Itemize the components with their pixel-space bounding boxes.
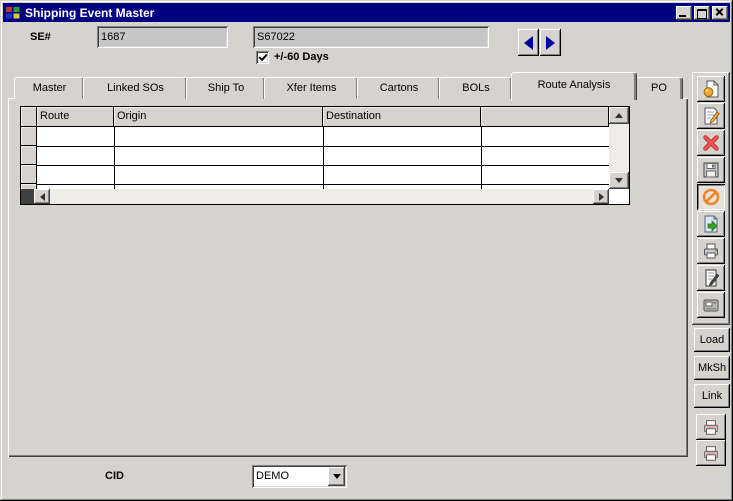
- grid-column-line: [323, 127, 324, 189]
- cid-combobox[interactable]: DEMO: [252, 465, 347, 488]
- right-arrow-icon: [599, 193, 604, 201]
- window: Shipping Event Master SE# 1687 S67022 +/…: [0, 0, 733, 501]
- device-button[interactable]: [697, 292, 725, 318]
- grid-row-selector[interactable]: [21, 165, 37, 184]
- print-small-icon: [702, 418, 720, 436]
- print-button[interactable]: [697, 238, 725, 264]
- cancel-icon: [701, 187, 721, 207]
- save-record-button[interactable]: [697, 157, 725, 183]
- next-record-button[interactable]: [540, 29, 561, 56]
- maximize-button[interactable]: [694, 6, 710, 20]
- new-record-icon: [701, 79, 721, 99]
- next-arrow-icon: [546, 36, 555, 50]
- print-load-button[interactable]: [696, 414, 726, 440]
- tab-master[interactable]: Master: [14, 77, 85, 99]
- se-number-field[interactable]: 1687: [97, 26, 228, 48]
- window-title: Shipping Event Master: [25, 6, 674, 20]
- scroll-down-button[interactable]: [609, 172, 629, 189]
- tab-route-analysis[interactable]: Route Analysis: [511, 72, 637, 100]
- prev-arrow-icon: [524, 36, 533, 50]
- tab-ship-to[interactable]: Ship To: [186, 77, 266, 99]
- close-button[interactable]: [712, 6, 728, 20]
- scrollbar-corner: [609, 189, 629, 204]
- delete-record-button[interactable]: [697, 130, 725, 156]
- tab-linked-sos[interactable]: Linked SOs: [83, 77, 188, 99]
- new-record-button[interactable]: [697, 76, 725, 102]
- grid-header-extra[interactable]: [481, 107, 609, 127]
- edit-record-icon: [701, 106, 721, 126]
- dropdown-arrow-icon: [333, 474, 341, 479]
- grid-hscrollbar[interactable]: [34, 189, 609, 204]
- up-arrow-icon: [615, 113, 623, 118]
- cid-dropdown-button[interactable]: [328, 467, 345, 486]
- notes-button[interactable]: [697, 265, 725, 291]
- se-label: SE#: [30, 31, 51, 43]
- tab-xfer-items[interactable]: Xfer Items: [264, 77, 359, 99]
- print-icon: [701, 241, 721, 261]
- grid-hscroll-corner: [21, 189, 34, 204]
- scroll-up-button[interactable]: [609, 107, 629, 124]
- days-checkbox-label: +/-60 Days: [274, 51, 329, 63]
- print-small-icon: [702, 444, 720, 462]
- edit-record-button[interactable]: [697, 103, 725, 129]
- link-button[interactable]: Link: [694, 384, 730, 408]
- save-record-icon: [701, 160, 721, 180]
- notes-icon: [701, 268, 721, 288]
- prev-record-button[interactable]: [518, 29, 539, 56]
- tab-bols[interactable]: BOLs: [439, 77, 513, 99]
- export-record-button[interactable]: [697, 211, 725, 237]
- grid-row-selector[interactable]: [21, 146, 37, 165]
- scroll-left-button[interactable]: [34, 189, 50, 204]
- days-checkbox[interactable]: [256, 51, 269, 64]
- tab-cartons[interactable]: Cartons: [357, 77, 441, 99]
- delete-record-icon: [701, 133, 721, 153]
- export-record-icon: [701, 214, 721, 234]
- tab-po[interactable]: PO: [635, 77, 683, 99]
- se-code-field[interactable]: S67022: [253, 26, 489, 48]
- down-arrow-icon: [615, 178, 623, 183]
- left-arrow-icon: [40, 193, 45, 201]
- grid-corner-cell: [21, 107, 37, 127]
- load-button[interactable]: Load: [694, 328, 730, 352]
- app-icon: [5, 6, 21, 20]
- cid-label: CID: [105, 470, 124, 482]
- cancel-button[interactable]: [697, 184, 725, 210]
- grid-header-route[interactable]: Route: [37, 107, 114, 127]
- grid-column-line: [114, 127, 115, 189]
- grid-header-destination[interactable]: Destination: [323, 107, 481, 127]
- routes-grid: Route Origin Destination: [20, 106, 630, 205]
- minimize-button[interactable]: [676, 6, 692, 20]
- grid-column-line: [481, 127, 482, 189]
- title-bar: Shipping Event Master: [3, 3, 730, 22]
- grid-header-origin[interactable]: Origin: [114, 107, 323, 127]
- device-icon: [701, 295, 721, 315]
- mksh-button[interactable]: MkSh: [694, 356, 730, 380]
- scroll-right-button[interactable]: [593, 189, 609, 204]
- grid-row-selector[interactable]: [21, 127, 37, 146]
- print-link-button[interactable]: [696, 440, 726, 466]
